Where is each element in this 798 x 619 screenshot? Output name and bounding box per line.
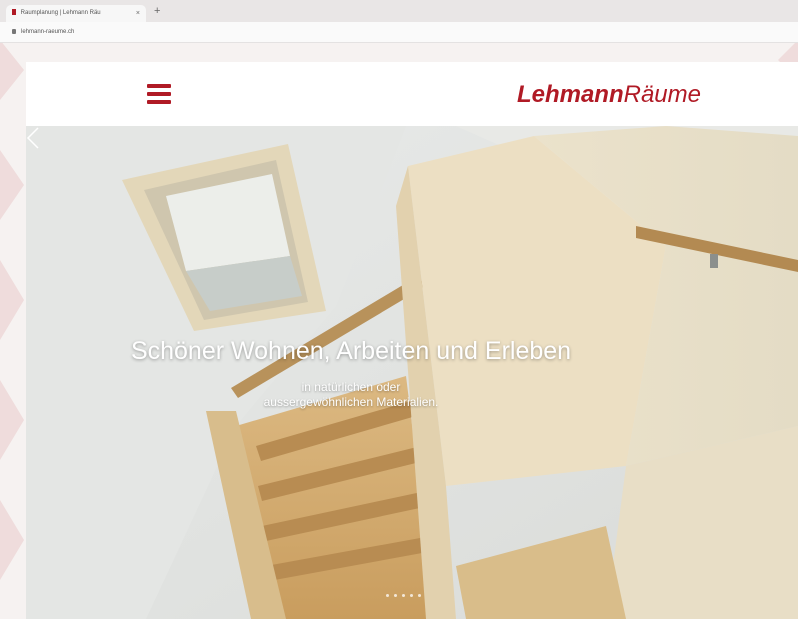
hero-title: Schöner Wohnen, Arbeiten und Erleben bbox=[130, 337, 572, 365]
new-tab-button[interactable]: + bbox=[154, 5, 160, 17]
hero-slider: Schöner Wohnen, Arbeiten und Erleben in … bbox=[26, 126, 798, 619]
tab-title: Raumplanung | Lehmann Räu bbox=[20, 10, 101, 16]
lock-icon bbox=[12, 29, 16, 34]
hero-image bbox=[26, 126, 798, 619]
tab-close-icon[interactable]: × bbox=[136, 5, 140, 22]
site-logo[interactable]: LehmannRäume bbox=[517, 81, 701, 109]
url-text[interactable]: lehmann-raeume.ch bbox=[21, 26, 74, 38]
browser-tab-bar: Raumplanung | Lehmann Räu × + bbox=[0, 0, 798, 22]
site-header: LehmannRäume bbox=[26, 62, 798, 126]
hero-subtitle: in natürlichen oder aussergewöhnlichen M… bbox=[263, 380, 439, 409]
favicon-icon bbox=[12, 9, 16, 16]
logo-light-text: Räume bbox=[623, 81, 701, 108]
address-bar[interactable]: lehmann-raeume.ch bbox=[0, 22, 798, 43]
logo-bold-text: Lehmann bbox=[516, 81, 624, 108]
slider-dot[interactable] bbox=[402, 594, 405, 597]
slider-dots bbox=[386, 594, 446, 600]
slider-dot[interactable] bbox=[418, 594, 421, 597]
hamburger-menu-icon[interactable] bbox=[147, 84, 171, 104]
chevron-left-icon[interactable] bbox=[26, 126, 40, 150]
slider-dot[interactable] bbox=[394, 594, 397, 597]
slider-dot[interactable] bbox=[386, 594, 389, 597]
browser-tab[interactable]: Raumplanung | Lehmann Räu × bbox=[6, 5, 146, 22]
slider-dot[interactable] bbox=[410, 594, 413, 597]
